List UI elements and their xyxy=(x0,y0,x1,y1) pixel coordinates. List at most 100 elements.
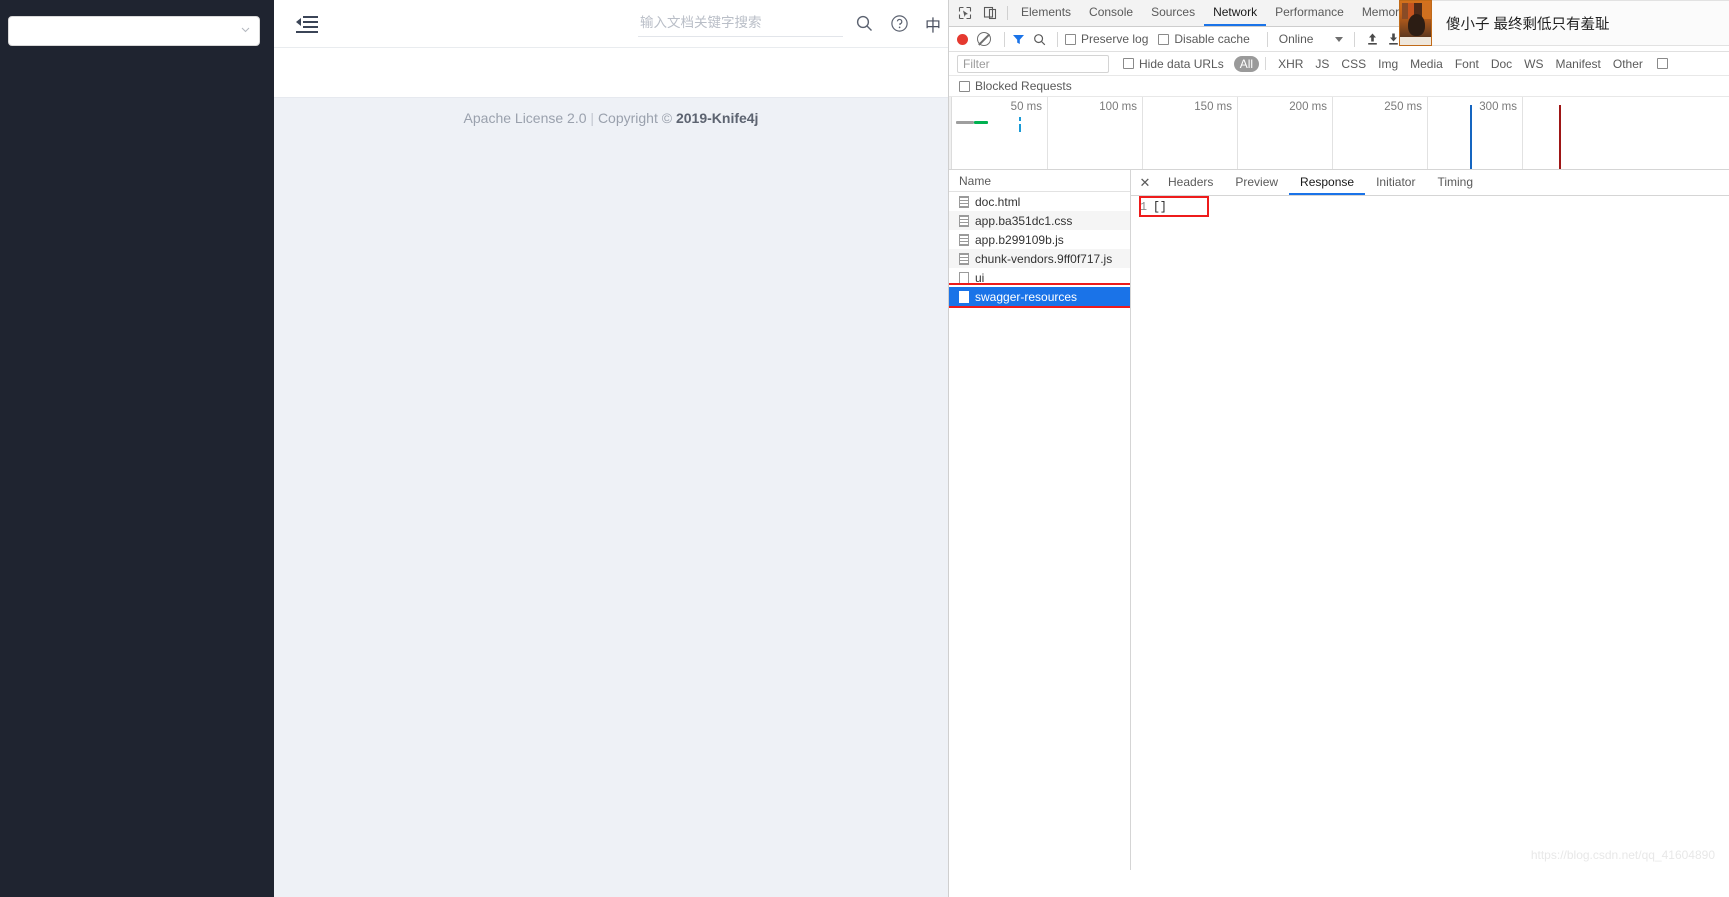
knife4j-content-area: Apache License 2.0 | Copyright © 2019-Kn… xyxy=(274,98,948,897)
filter-funnel-icon[interactable] xyxy=(1012,33,1025,46)
service-select[interactable] xyxy=(8,16,260,46)
type-filter-css[interactable]: CSS xyxy=(1335,56,1372,72)
toolbar-divider xyxy=(1007,6,1008,20)
tab-performance[interactable]: Performance xyxy=(1266,0,1353,26)
blocked-requests-bar: Blocked Requests xyxy=(949,76,1729,97)
request-name: chunk-vendors.9ff0f717.js xyxy=(975,251,1113,266)
language-toggle[interactable]: 中 xyxy=(925,12,941,36)
tab-elements[interactable]: Elements xyxy=(1012,0,1080,26)
search-icon[interactable] xyxy=(1033,33,1046,46)
request-column-header[interactable]: Name xyxy=(949,170,1130,192)
response-body[interactable]: 1 [] xyxy=(1131,196,1729,217)
type-filter-js[interactable]: JS xyxy=(1309,56,1335,72)
overview-tick: 50 ms xyxy=(952,97,1048,169)
type-filter-font[interactable]: Font xyxy=(1449,56,1485,72)
document-icon xyxy=(959,214,969,227)
disable-cache-checkbox[interactable] xyxy=(1158,33,1170,45)
type-filter-other[interactable]: Other xyxy=(1607,56,1649,72)
request-row-app-css[interactable]: app.ba351dc1.css xyxy=(949,211,1130,230)
device-toolbar-icon[interactable] xyxy=(982,6,997,21)
search-input[interactable] xyxy=(638,10,843,37)
blocked-requests-label: Blocked Requests xyxy=(975,79,1072,93)
request-name: swagger-resources xyxy=(975,289,1078,304)
blocked-requests-checkbox[interactable] xyxy=(959,80,970,92)
has-blocked-cookies-checkbox[interactable] xyxy=(1656,58,1668,69)
screenshot-root: 中 Apache License 2.0 | Copyright © 2019-… xyxy=(0,0,1729,897)
devtools-tabbar: Elements Console Sources Network Perform… xyxy=(949,0,1729,46)
disable-cache-label: Disable cache xyxy=(1174,32,1250,46)
help-circle-icon[interactable] xyxy=(890,14,909,33)
search-icon[interactable] xyxy=(855,14,874,33)
knife4j-main: 中 Apache License 2.0 | Copyright © 2019-… xyxy=(274,0,948,897)
detail-tab-initiator[interactable]: Initiator xyxy=(1365,170,1426,195)
copyright-text: Copyright xyxy=(597,110,658,126)
request-name: ui xyxy=(975,270,985,285)
type-filter-manifest[interactable]: Manifest xyxy=(1550,56,1607,72)
hide-data-urls-label: Hide data URLs xyxy=(1139,56,1224,71)
tab-console[interactable]: Console xyxy=(1080,0,1142,26)
media-toast[interactable]: 傻小子 最终剩低只有羞耻 xyxy=(1432,0,1729,46)
overview-tick-label: 250 ms xyxy=(1384,101,1422,113)
video-thumbnail xyxy=(1399,0,1432,46)
filter-input[interactable] xyxy=(957,54,1109,73)
license-text: Apache License 2.0 xyxy=(463,110,587,126)
request-row-doc-html[interactable]: doc.html xyxy=(949,192,1130,211)
request-list-pane[interactable]: Name doc.html app.ba351dc1.css app.b2991… xyxy=(949,170,1131,870)
type-filter-doc[interactable]: Doc xyxy=(1485,56,1518,72)
request-row-chunk-vendors-js[interactable]: chunk-vendors.9ff0f717.js xyxy=(949,249,1130,268)
close-icon[interactable]: ✕ xyxy=(1137,175,1153,191)
clear-icon[interactable] xyxy=(977,32,991,46)
overview-tick: 200 ms xyxy=(1238,97,1333,169)
disable-cache-control[interactable]: Disable cache xyxy=(1158,32,1250,46)
type-filter-xhr[interactable]: XHR xyxy=(1272,56,1309,72)
request-name: app.b299109b.js xyxy=(975,232,1064,247)
devtools-tool-icons xyxy=(949,0,1003,26)
overview-canvas[interactable]: 50 ms 100 ms 150 ms 200 ms 250 ms 300 ms xyxy=(952,97,1729,169)
footer-separator: | xyxy=(590,110,595,126)
type-filter-all[interactable]: All xyxy=(1233,55,1260,72)
hide-data-urls-control[interactable]: Hide data URLs xyxy=(1123,57,1224,71)
request-row-ui[interactable]: ui xyxy=(949,268,1130,287)
document-icon xyxy=(959,252,969,265)
document-icon xyxy=(959,233,969,246)
inspect-element-icon[interactable] xyxy=(957,6,972,21)
blocked-requests-control[interactable]: Blocked Requests xyxy=(959,79,1072,93)
tab-sources[interactable]: Sources xyxy=(1142,0,1204,26)
preserve-log-checkbox[interactable] xyxy=(1065,33,1076,45)
network-overview[interactable]: 50 ms 100 ms 150 ms 200 ms 250 ms 300 ms xyxy=(949,97,1729,170)
collapse-menu-icon[interactable] xyxy=(296,15,318,33)
throttling-value: Online xyxy=(1278,32,1314,46)
detail-tab-timing[interactable]: Timing xyxy=(1426,170,1484,195)
request-detail-pane: ✕ Headers Preview Response Initiator Tim… xyxy=(1131,170,1729,870)
footer-copyright: Apache License 2.0 | Copyright © 2019-Kn… xyxy=(274,110,948,126)
type-filter-media[interactable]: Media xyxy=(1404,56,1449,72)
type-filter-ws[interactable]: WS xyxy=(1518,56,1549,72)
request-name: doc.html xyxy=(975,194,1021,209)
overview-tick: 150 ms xyxy=(1143,97,1238,169)
detail-tab-headers[interactable]: Headers xyxy=(1157,170,1224,195)
hide-data-urls-checkbox[interactable] xyxy=(1123,58,1134,69)
preserve-log-control[interactable]: Preserve log xyxy=(1065,32,1148,46)
overview-tick-label: 200 ms xyxy=(1289,101,1327,113)
detail-tab-response[interactable]: Response xyxy=(1289,170,1366,195)
doc-search-wrapper xyxy=(638,10,843,37)
copyright-brand: 2019-Knife4j xyxy=(675,110,759,126)
throttling-select[interactable]: Online xyxy=(1275,32,1348,46)
request-name: app.ba351dc1.css xyxy=(975,213,1073,228)
tab-network[interactable]: Network xyxy=(1204,0,1267,26)
overview-tick-label: 50 ms xyxy=(1010,101,1042,113)
import-har-icon[interactable] xyxy=(1366,32,1379,46)
copyright-symbol: © xyxy=(661,110,673,126)
detail-tabbar: ✕ Headers Preview Response Initiator Tim… xyxy=(1131,170,1729,196)
load-event-line xyxy=(1559,105,1561,169)
record-button-icon[interactable] xyxy=(957,33,968,45)
knife4j-sidebar xyxy=(0,0,274,897)
detail-tab-preview[interactable]: Preview xyxy=(1224,170,1289,195)
type-filter-img[interactable]: Img xyxy=(1372,56,1404,72)
request-row-app-js[interactable]: app.b299109b.js xyxy=(949,230,1130,249)
request-row-swagger-resources[interactable]: swagger-resources xyxy=(949,287,1130,306)
toolbar-divider xyxy=(1057,31,1058,47)
toolbar-divider xyxy=(1354,31,1356,47)
preserve-log-label: Preserve log xyxy=(1081,32,1149,46)
toolbar-divider xyxy=(1004,31,1005,47)
